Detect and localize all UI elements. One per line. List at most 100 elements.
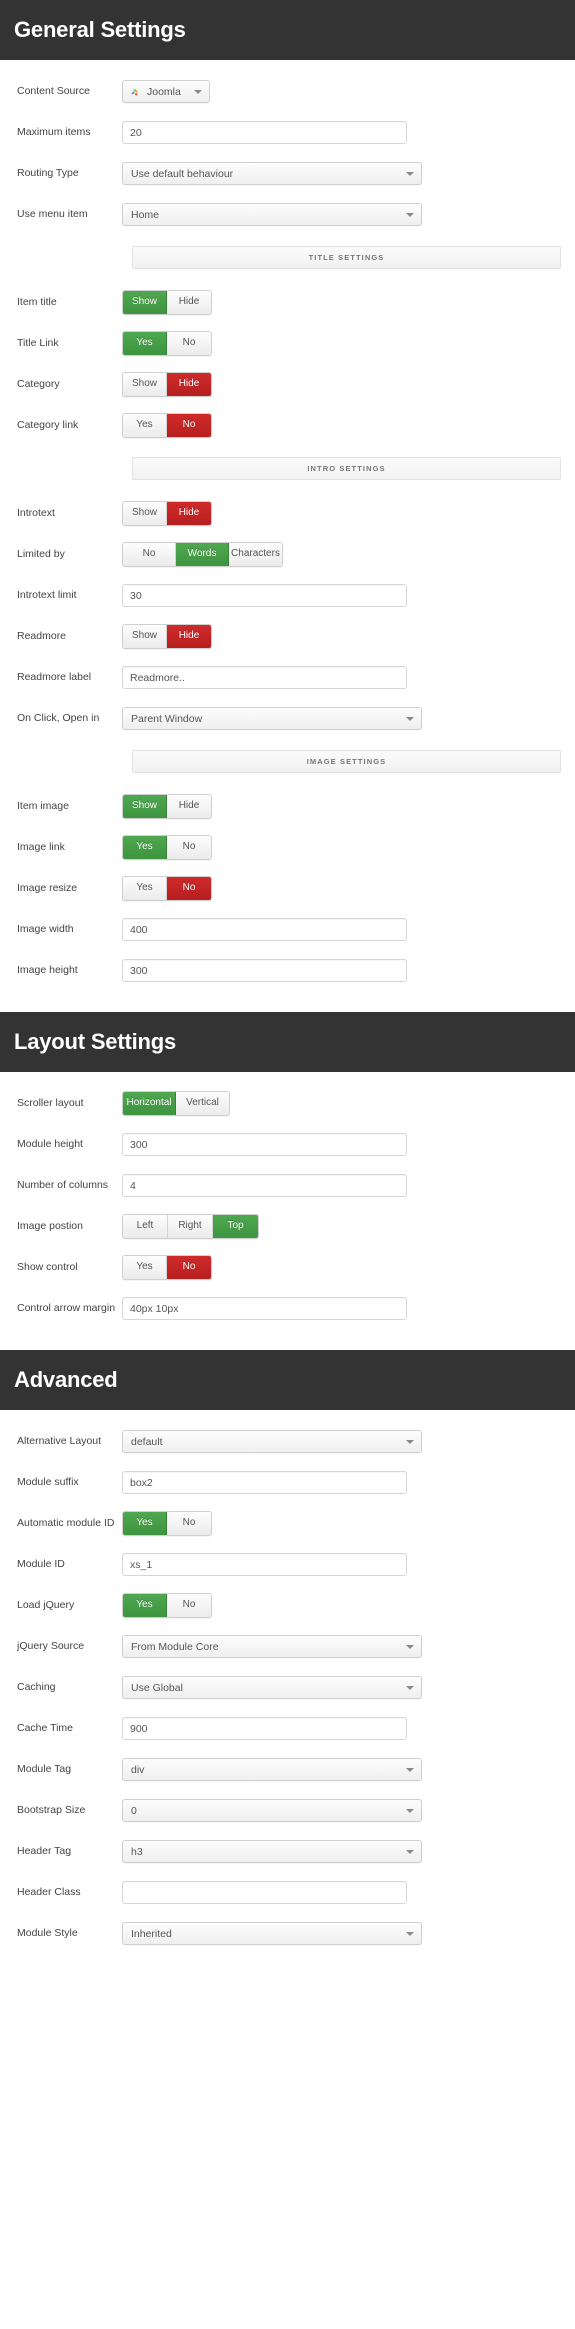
setting-row: Bootstrap Size 0 xyxy=(0,1795,575,1826)
setting-row: Readmore label xyxy=(0,662,575,693)
setting-label: Routing Type xyxy=(17,167,79,180)
section-banner: Layout Settings xyxy=(0,1012,575,1072)
text-input-number-of-columns[interactable] xyxy=(122,1174,407,1197)
setting-row: Category link Yes No xyxy=(0,410,575,441)
text-input-cache-time[interactable] xyxy=(122,1717,407,1740)
toggle-option[interactable]: No xyxy=(167,414,211,437)
toggle-option[interactable]: No xyxy=(167,1256,211,1279)
select-module-tag[interactable]: div xyxy=(122,1758,422,1781)
setting-label: Scroller layout xyxy=(17,1097,84,1110)
text-input-readmore-label[interactable] xyxy=(122,666,407,689)
toggle-option[interactable]: Characters xyxy=(229,543,282,566)
setting-row: Limited by No Words Characters xyxy=(0,539,575,570)
setting-row: Header Class xyxy=(0,1877,575,1908)
toggle-image-postion: Left Right Top xyxy=(122,1214,259,1239)
toggle-option[interactable]: Show xyxy=(123,625,167,648)
subsection-spacer xyxy=(0,246,122,269)
select-jquery-source[interactable]: From Module Core xyxy=(122,1635,422,1658)
toggle-option[interactable]: Hide xyxy=(167,795,211,818)
toggle-option[interactable]: Yes xyxy=(123,332,167,355)
toggle-option[interactable]: Hide xyxy=(167,502,211,525)
toggle-option[interactable]: No xyxy=(167,332,211,355)
text-input-introtext-limit[interactable] xyxy=(122,584,407,607)
toggle-option[interactable]: Yes xyxy=(123,1512,167,1535)
text-input-header-class[interactable] xyxy=(122,1881,407,1904)
toggle-option[interactable]: Show xyxy=(123,373,167,396)
select-header-tag[interactable]: h3 xyxy=(122,1840,422,1863)
setting-row: Category Show Hide xyxy=(0,369,575,400)
text-input-module-id[interactable] xyxy=(122,1553,407,1576)
setting-label: Header Tag xyxy=(17,1845,72,1858)
select-content-source[interactable]: Joomla xyxy=(122,80,210,103)
setting-row: Cache Time xyxy=(0,1713,575,1744)
toggle-option[interactable]: Yes xyxy=(123,877,167,900)
setting-row: Module suffix xyxy=(0,1467,575,1498)
toggle-option[interactable]: No xyxy=(167,836,211,859)
toggle-option[interactable]: Yes xyxy=(123,1594,167,1617)
setting-label: Header Class xyxy=(17,1886,81,1899)
toggle-option[interactable]: No xyxy=(123,543,176,566)
toggle-option[interactable]: Hide xyxy=(167,373,211,396)
toggle-introtext: Show Hide xyxy=(122,501,212,526)
select-caching[interactable]: Use Global xyxy=(122,1676,422,1699)
toggle-option[interactable]: No xyxy=(167,1512,211,1535)
text-input-control-arrow-margin[interactable] xyxy=(122,1297,407,1320)
setting-row: Scroller layout Horizontal Vertical xyxy=(0,1088,575,1119)
text-input-maximum-items[interactable] xyxy=(122,121,407,144)
setting-row: Image resize Yes No xyxy=(0,873,575,904)
setting-control xyxy=(122,918,563,941)
subsection-header-row: INTRO SETTINGS xyxy=(0,457,575,480)
setting-control xyxy=(122,666,563,689)
setting-control: Joomla xyxy=(122,80,563,103)
setting-label: Use menu item xyxy=(17,208,88,221)
section-panel: Alternative Layout default Module suffix Au… xyxy=(0,1410,575,1975)
section-banner: Advanced xyxy=(0,1350,575,1410)
toggle-option[interactable]: Vertical xyxy=(176,1092,229,1115)
toggle-option[interactable]: Show xyxy=(123,291,167,314)
toggle-option[interactable]: Hide xyxy=(167,291,211,314)
setting-control xyxy=(122,1553,563,1576)
toggle-option[interactable]: Words xyxy=(176,543,229,566)
section-panel: Scroller layout Horizontal Vertical Module … xyxy=(0,1072,575,1350)
toggle-option[interactable]: Show xyxy=(123,502,167,525)
select-bootstrap-size[interactable]: 0 xyxy=(122,1799,422,1822)
setting-control: From Module Core xyxy=(122,1635,563,1658)
setting-row: Control arrow margin xyxy=(0,1293,575,1324)
select-value: From Module Core xyxy=(131,1640,219,1653)
toggle-option[interactable]: Yes xyxy=(123,414,167,437)
toggle-option[interactable]: Show xyxy=(123,795,167,818)
select-module-style[interactable]: Inherited xyxy=(122,1922,422,1945)
text-input-module-suffix[interactable] xyxy=(122,1471,407,1494)
select-on-click-open-in[interactable]: Parent Window xyxy=(122,707,422,730)
select-alternative-layout[interactable]: default xyxy=(122,1430,422,1453)
setting-label: Content Source xyxy=(17,85,90,98)
toggle-option[interactable]: Yes xyxy=(123,1256,167,1279)
select-use-menu-item[interactable]: Home xyxy=(122,203,422,226)
setting-label: Control arrow margin xyxy=(17,1302,116,1315)
text-input-image-width[interactable] xyxy=(122,918,407,941)
text-input-image-height[interactable] xyxy=(122,959,407,982)
toggle-readmore: Show Hide xyxy=(122,624,212,649)
toggle-option[interactable]: Hide xyxy=(167,625,211,648)
setting-row: Image postion Left Right Top xyxy=(0,1211,575,1242)
setting-row: Load jQuery Yes No xyxy=(0,1590,575,1621)
setting-label: On Click, Open in xyxy=(17,712,100,725)
select-routing-type[interactable]: Use default behaviour xyxy=(122,162,422,185)
setting-label: Load jQuery xyxy=(17,1599,75,1612)
joomla-icon xyxy=(131,88,138,96)
setting-row: jQuery Source From Module Core xyxy=(0,1631,575,1662)
setting-row: Content Source Joomla xyxy=(0,76,575,107)
toggle-option[interactable]: No xyxy=(167,877,211,900)
text-input-module-height[interactable] xyxy=(122,1133,407,1156)
toggle-option[interactable]: Left xyxy=(123,1215,168,1238)
toggle-option[interactable]: Horizontal xyxy=(123,1092,176,1115)
toggle-option[interactable]: Yes xyxy=(123,836,167,859)
subsection-header: IMAGE SETTINGS xyxy=(132,750,561,773)
toggle-option[interactable]: Right xyxy=(168,1215,213,1238)
setting-control xyxy=(122,1297,563,1320)
setting-row: Show control Yes No xyxy=(0,1252,575,1283)
select-value: Home xyxy=(131,208,160,221)
toggle-option[interactable]: No xyxy=(167,1594,211,1617)
toggle-option[interactable]: Top xyxy=(213,1215,258,1238)
setting-label: Module suffix xyxy=(17,1476,79,1489)
